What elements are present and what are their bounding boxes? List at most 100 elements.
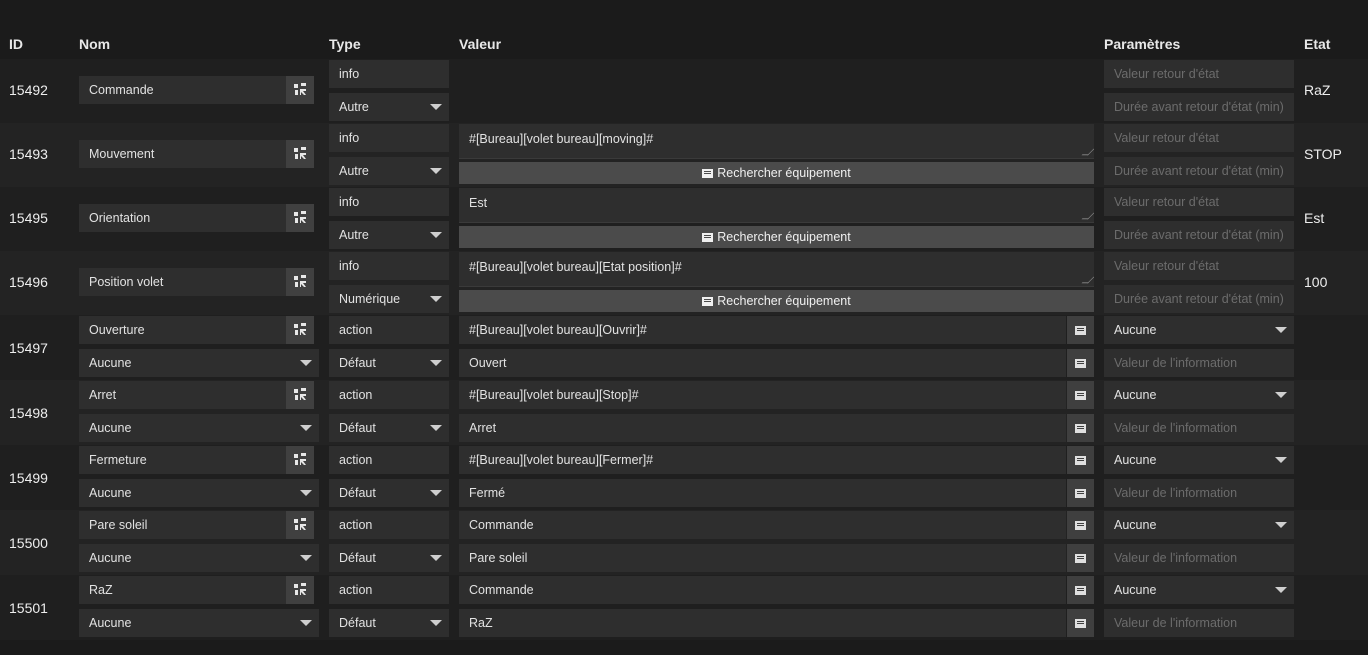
name-option-value: Aucune: [89, 356, 132, 370]
info-value-input[interactable]: Valeur de l'information: [1104, 414, 1294, 442]
chevron-down-icon: [430, 620, 442, 626]
action-command-input[interactable]: Commande: [459, 511, 1066, 539]
select-value-button[interactable]: [1067, 479, 1094, 507]
icon-picker-button[interactable]: [286, 576, 314, 604]
name-option-select[interactable]: Aucune: [79, 414, 319, 442]
param-select[interactable]: Aucune: [1104, 576, 1294, 604]
select-value-button[interactable]: [1067, 609, 1094, 637]
search-equipment-button[interactable]: Rechercher équipement: [459, 290, 1094, 312]
name-input[interactable]: RaZ: [79, 576, 286, 604]
action-value-input[interactable]: RaZ: [459, 609, 1066, 637]
return-value-input[interactable]: Valeur retour d'état: [1104, 252, 1294, 280]
subtype-select[interactable]: Défaut: [329, 414, 449, 442]
name-input[interactable]: Mouvement: [79, 140, 286, 168]
subtype-select[interactable]: Défaut: [329, 349, 449, 377]
type-field: action: [329, 316, 449, 344]
select-command-button[interactable]: [1067, 381, 1094, 409]
action-command-input[interactable]: Commande: [459, 576, 1066, 604]
list-icon: [1075, 520, 1086, 530]
select-command-button[interactable]: [1067, 446, 1094, 474]
icon-picker-button[interactable]: [286, 381, 314, 409]
value-text: #[Bureau][volet bureau][moving]#: [469, 132, 654, 146]
action-value-input[interactable]: Fermé: [459, 479, 1066, 507]
icon-picker-button[interactable]: [286, 140, 314, 168]
select-command-button[interactable]: [1067, 511, 1094, 539]
action-command-input[interactable]: #[Bureau][volet bureau][Ouvrir]#: [459, 316, 1066, 344]
name-input[interactable]: Orientation: [79, 204, 286, 232]
select-value-button[interactable]: [1067, 349, 1094, 377]
subtype-select[interactable]: Défaut: [329, 609, 449, 637]
return-value-input[interactable]: Valeur retour d'état: [1104, 124, 1294, 152]
chevron-down-icon: [1275, 327, 1287, 333]
subtype-select[interactable]: Autre: [329, 157, 449, 185]
command-id: 15496: [9, 274, 48, 290]
return-delay-input[interactable]: Durée avant retour d'état (min): [1104, 93, 1294, 121]
icon-picker-button[interactable]: [286, 316, 314, 344]
return-delay-input[interactable]: Durée avant retour d'état (min): [1104, 157, 1294, 185]
chevron-down-icon: [430, 425, 442, 431]
param-select[interactable]: Aucune: [1104, 381, 1294, 409]
select-value-button[interactable]: [1067, 544, 1094, 572]
name-option-select[interactable]: Aucune: [79, 609, 319, 637]
subtype-select-value: Défaut: [339, 551, 376, 565]
action-value-input[interactable]: Pare soleil: [459, 544, 1066, 572]
name-option-select[interactable]: Aucune: [79, 479, 319, 507]
search-equipment-button[interactable]: Rechercher équipement: [459, 162, 1094, 184]
subtype-select[interactable]: Autre: [329, 221, 449, 249]
name-option-select[interactable]: Aucune: [79, 349, 319, 377]
return-delay-input[interactable]: Durée avant retour d'état (min): [1104, 285, 1294, 313]
info-value-input[interactable]: Valeur de l'information: [1104, 349, 1294, 377]
name-input[interactable]: Fermeture: [79, 446, 286, 474]
return-value-input[interactable]: Valeur retour d'état: [1104, 188, 1294, 216]
name-input[interactable]: Commande: [79, 76, 286, 104]
value-textarea[interactable]: #[Bureau][volet bureau][Etat position]#: [459, 252, 1094, 287]
name-option-select[interactable]: Aucune: [79, 544, 319, 572]
table-row: 15498 Arret Aucune action Défaut #[Bureau][vo…: [0, 380, 1368, 445]
subtype-select[interactable]: Défaut: [329, 479, 449, 507]
return-delay-input[interactable]: Durée avant retour d'état (min): [1104, 221, 1294, 249]
icon-picker-button[interactable]: [286, 204, 314, 232]
action-value-input[interactable]: Arret: [459, 414, 1066, 442]
name-input[interactable]: Position volet: [79, 268, 286, 296]
header-id: ID: [9, 36, 23, 52]
subtype-select[interactable]: Autre: [329, 93, 449, 121]
param-select[interactable]: Aucune: [1104, 316, 1294, 344]
name-input[interactable]: Arret: [79, 381, 286, 409]
subtype-select[interactable]: Numérique: [329, 285, 449, 313]
header-nom: Nom: [79, 36, 111, 52]
chevron-down-icon: [1275, 587, 1287, 593]
chevron-down-icon: [430, 360, 442, 366]
chevron-down-icon: [430, 555, 442, 561]
name-input[interactable]: Ouverture: [79, 316, 286, 344]
chevron-down-icon: [430, 296, 442, 302]
info-value-input[interactable]: Valeur de l'information: [1104, 609, 1294, 637]
action-value-input[interactable]: Ouvert: [459, 349, 1066, 377]
name-input[interactable]: Pare soleil: [79, 511, 286, 539]
search-equipment-button[interactable]: Rechercher équipement: [459, 226, 1094, 248]
value-textarea[interactable]: Est: [459, 188, 1094, 223]
list-icon: [1075, 423, 1086, 433]
command-id: 15492: [9, 82, 48, 98]
select-command-button[interactable]: [1067, 576, 1094, 604]
info-value-input[interactable]: Valeur de l'information: [1104, 479, 1294, 507]
select-command-button[interactable]: [1067, 316, 1094, 344]
select-value-button[interactable]: [1067, 414, 1094, 442]
resize-handle-icon[interactable]: [1081, 276, 1094, 284]
icon-picker-button[interactable]: [286, 446, 314, 474]
param-select[interactable]: Aucune: [1104, 446, 1294, 474]
action-command-input[interactable]: #[Bureau][volet bureau][Stop]#: [459, 381, 1066, 409]
resize-handle-icon[interactable]: [1081, 148, 1094, 156]
return-value-input[interactable]: Valeur retour d'état: [1104, 60, 1294, 88]
value-textarea[interactable]: #[Bureau][volet bureau][moving]#: [459, 124, 1094, 159]
param-select[interactable]: Aucune: [1104, 511, 1294, 539]
icon-picker-button[interactable]: [286, 76, 314, 104]
chevron-down-icon: [1275, 522, 1287, 528]
type-field: info: [329, 188, 449, 216]
icon-picker-button[interactable]: [286, 268, 314, 296]
resize-handle-icon[interactable]: [1081, 212, 1094, 220]
subtype-select-value: Autre: [339, 100, 369, 114]
action-command-input[interactable]: #[Bureau][volet bureau][Fermer]#: [459, 446, 1066, 474]
info-value-input[interactable]: Valeur de l'information: [1104, 544, 1294, 572]
icon-picker-button[interactable]: [286, 511, 314, 539]
subtype-select[interactable]: Défaut: [329, 544, 449, 572]
